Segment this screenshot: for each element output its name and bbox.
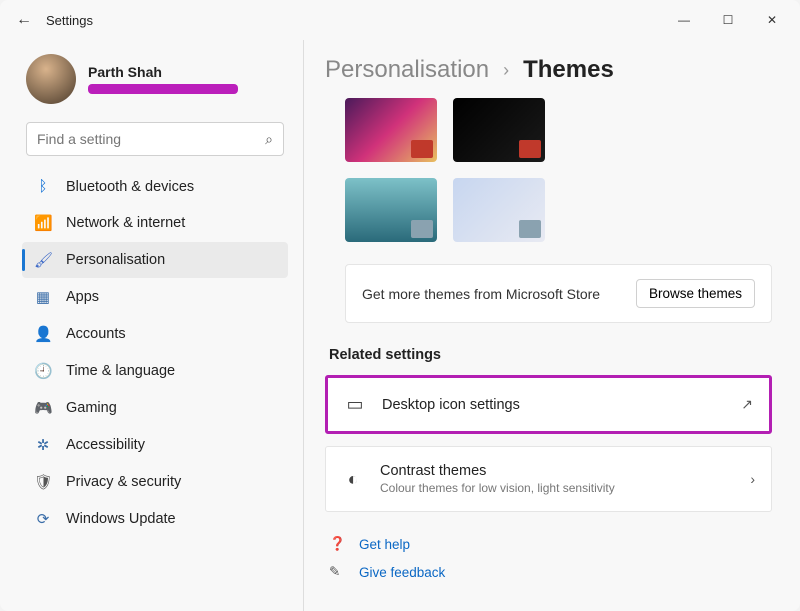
nav-icon: 🕘 [34, 362, 52, 380]
link-label: Get help [359, 537, 410, 552]
nav-icon: 🎮 [34, 399, 52, 417]
sidebar-item-network-internet[interactable]: 📶 Network & internet [22, 205, 288, 241]
nav-label: Bluetooth & devices [66, 179, 194, 195]
nav-icon: 📶 [34, 214, 52, 232]
card-subtitle: Colour themes for low vision, light sens… [380, 481, 734, 495]
theme-thumb[interactable] [345, 178, 437, 242]
sidebar-item-bluetooth-devices[interactable]: ᛒ Bluetooth & devices [22, 169, 288, 204]
nav-icon: 🛡 [34, 473, 52, 491]
desktop-icon: ▭ [344, 394, 366, 415]
nav-icon: ✲ [34, 436, 52, 454]
link-label: Give feedback [359, 565, 445, 580]
titlebar: ← Settings — ☐ ✕ [0, 0, 800, 40]
theme-thumb[interactable] [453, 98, 545, 162]
sidebar-item-gaming[interactable]: 🎮 Gaming [22, 390, 288, 426]
theme-thumbnails [345, 178, 772, 242]
store-text: Get more themes from Microsoft Store [362, 286, 622, 302]
minimize-button[interactable]: — [674, 13, 694, 27]
avatar [26, 54, 76, 104]
nav-list: ᛒ Bluetooth & devices 📶 Network & internet 🖌… [22, 168, 288, 599]
theme-thumb[interactable] [345, 98, 437, 162]
sidebar: Parth Shah ⌕ ᛒ Bluetooth & devices 📶 Networ… [0, 40, 300, 611]
nav-label: Windows Update [66, 511, 176, 527]
nav-label: Personalisation [66, 252, 165, 268]
nav-icon: 👤 [34, 325, 52, 343]
sidebar-item-accounts[interactable]: 👤 Accounts [22, 316, 288, 352]
sidebar-item-personalisation[interactable]: 🖌 Personalisation [22, 242, 288, 278]
sidebar-item-apps[interactable]: ▦ Apps [22, 279, 288, 315]
section-title: Related settings [329, 347, 772, 363]
chevron-right-icon: › [503, 60, 509, 81]
search-icon: ⌕ [265, 131, 273, 148]
sidebar-item-privacy-security[interactable]: 🛡 Privacy & security [22, 464, 288, 500]
feedback-icon: ✎ [329, 564, 347, 580]
nav-icon: ⟳ [34, 510, 52, 528]
theme-thumbnails [345, 98, 772, 162]
search-input[interactable]: ⌕ [26, 122, 284, 156]
user-block[interactable]: Parth Shah [26, 54, 288, 104]
nav-icon: ▦ [34, 288, 52, 306]
nav-icon: 🖌 [34, 251, 52, 269]
browse-themes-button[interactable]: Browse themes [636, 279, 755, 308]
card-title: Contrast themes [380, 463, 734, 479]
back-button[interactable]: ← [8, 11, 40, 29]
store-card: Get more themes from Microsoft Store Bro… [345, 264, 772, 323]
give-feedback-link[interactable]: ✎ Give feedback [325, 558, 772, 586]
contrast-icon: ◐ [342, 469, 364, 490]
user-name: Parth Shah [88, 64, 238, 80]
app-title: Settings [46, 13, 93, 28]
nav-label: Accessibility [66, 437, 145, 453]
close-button[interactable]: ✕ [762, 13, 782, 27]
main-content: Personalisation › Themes Get more themes… [300, 40, 800, 611]
breadcrumb-current: Themes [523, 56, 614, 84]
search-field[interactable] [37, 131, 265, 147]
get-help-link[interactable]: ❓ Get help [325, 530, 772, 558]
sidebar-item-time-language[interactable]: 🕘 Time & language [22, 353, 288, 389]
contrast-themes-card[interactable]: ◐ Contrast themes Colour themes for low … [325, 446, 772, 512]
sidebar-item-accessibility[interactable]: ✲ Accessibility [22, 427, 288, 463]
nav-label: Privacy & security [66, 474, 181, 490]
nav-icon: ᛒ [34, 178, 52, 195]
breadcrumb: Personalisation › Themes [325, 56, 772, 84]
user-email-redacted [88, 84, 238, 94]
sidebar-item-windows-update[interactable]: ⟳ Windows Update [22, 501, 288, 537]
nav-label: Network & internet [66, 215, 185, 231]
desktop-icon-settings-card[interactable]: ▭ Desktop icon settings ↗ [325, 375, 772, 434]
maximize-button[interactable]: ☐ [718, 13, 738, 27]
breadcrumb-parent[interactable]: Personalisation [325, 56, 489, 84]
card-title: Desktop icon settings [382, 397, 725, 413]
nav-label: Accounts [66, 326, 126, 342]
nav-label: Gaming [66, 400, 117, 416]
theme-thumb[interactable] [453, 178, 545, 242]
nav-label: Apps [66, 289, 99, 305]
chevron-right-icon: › [750, 471, 755, 487]
nav-label: Time & language [66, 363, 175, 379]
help-icon: ❓ [329, 536, 347, 552]
external-link-icon: ↗ [741, 396, 753, 413]
